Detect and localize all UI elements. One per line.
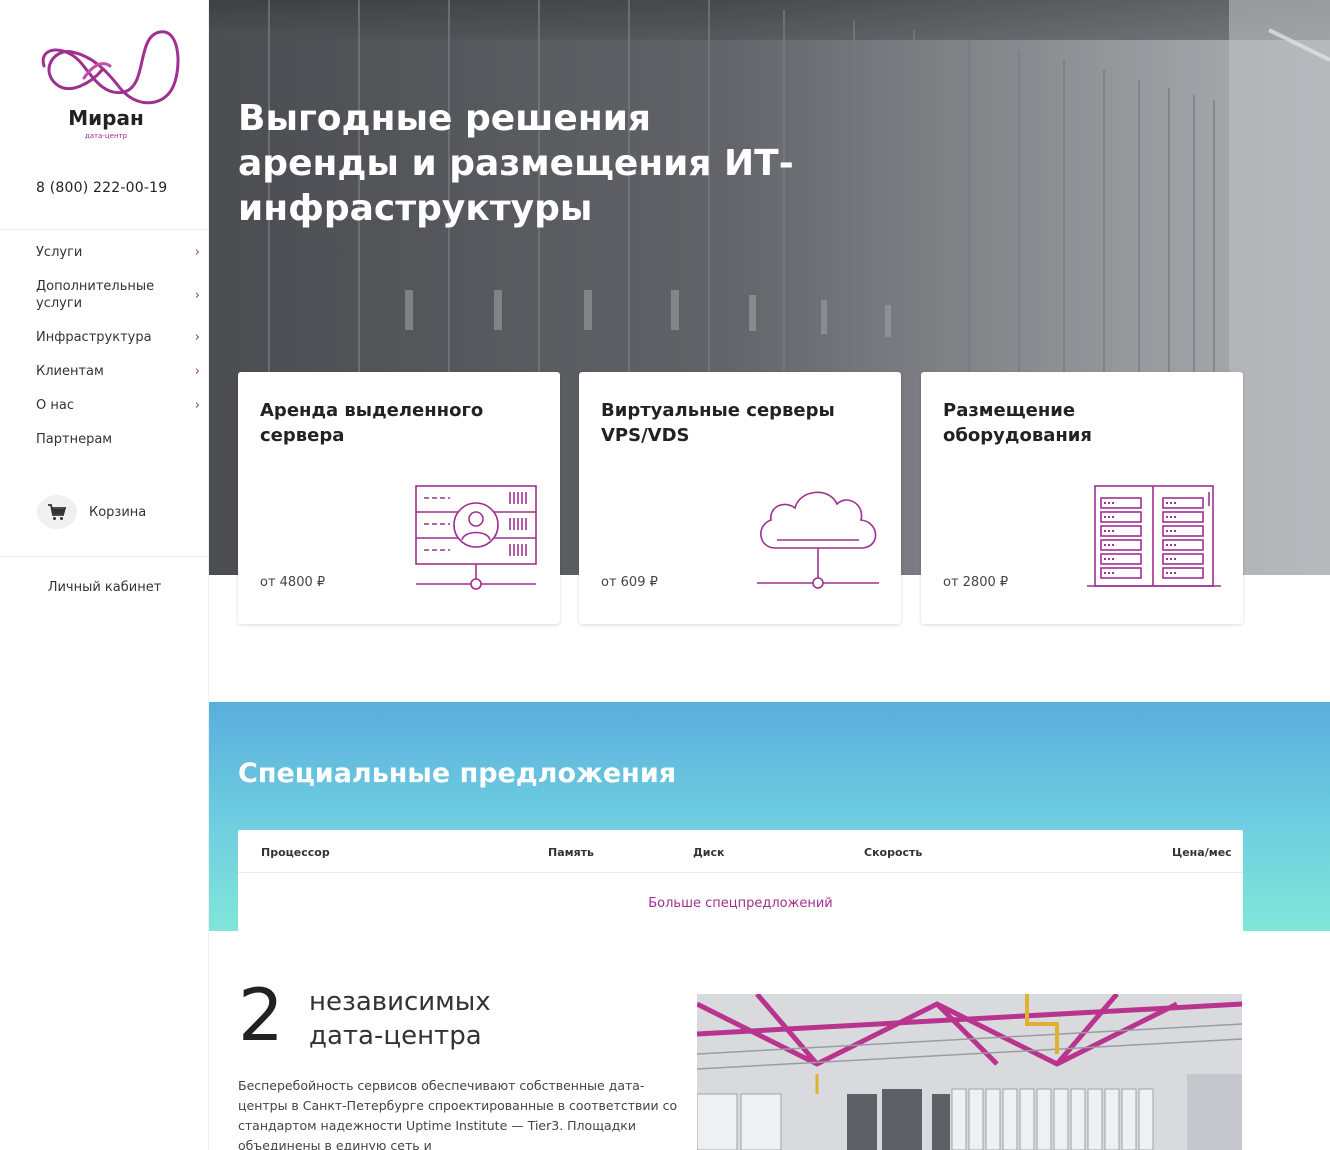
logo[interactable]: Миран дата-центр <box>36 26 186 146</box>
column-header-price[interactable]: Цена/мес <box>1172 846 1232 859</box>
card-price: от 2800 ₽ <box>943 575 1009 590</box>
logo-mark-icon <box>41 30 180 105</box>
chevron-right-icon: › <box>194 330 200 345</box>
hero-title: Выгодные решения аренды и размещения ИТ-… <box>238 98 794 229</box>
sidebar-item-services[interactable]: Услуги › <box>36 244 200 261</box>
sidebar-item-infrastructure[interactable]: Инфраструктура › <box>36 329 200 346</box>
rack-icon <box>1087 485 1221 587</box>
sidebar-item-label: Дополнительные услуги <box>36 279 155 311</box>
column-header-disk[interactable]: Диск <box>693 846 725 859</box>
sidebar-item-label: Партнерам <box>36 432 113 447</box>
personal-account-link[interactable]: Личный кабинет <box>0 580 209 595</box>
sidebar-item-label: О нас <box>36 398 74 413</box>
card-dedicated-server[interactable]: Аренда выделенного сервера от 4800 ₽ <box>238 372 560 624</box>
column-header-speed[interactable]: Скорость <box>864 846 922 859</box>
datacenter-count: 2 <box>238 973 284 1057</box>
cart-label: Корзина <box>89 504 147 520</box>
card-title: Аренда выделенного сервера <box>260 400 484 446</box>
sidebar-item-label: Инфраструктура <box>36 330 152 345</box>
datacenter-description: Бесперебойность сервисов обеспечивают со… <box>238 1078 678 1150</box>
page: Миран дата-центр 8 (800) 222-00-19 Услуг… <box>0 0 1330 1150</box>
sidebar-divider <box>0 556 209 557</box>
column-header-memory[interactable]: Память <box>548 846 594 859</box>
chevron-right-icon: › <box>194 398 200 413</box>
sidebar-item-label: Клиентам <box>36 364 104 379</box>
more-offers-link[interactable]: Больше спецпредложений <box>238 896 1243 911</box>
cart-icon <box>37 495 77 529</box>
sidebar-item-additional-services[interactable]: Дополнительные услуги › <box>36 278 200 312</box>
card-vps-vds[interactable]: Виртуальные серверы VPS/VDS от 609 ₽ <box>579 372 901 624</box>
chevron-right-icon: › <box>194 245 200 260</box>
special-offers-title: Специальные предложения <box>238 758 677 789</box>
sidebar-item-partners[interactable]: Партнерам <box>36 431 200 448</box>
logo-name: Миран <box>68 106 144 130</box>
datacenter-title: независимых дата-центра <box>309 987 491 1051</box>
card-title: Виртуальные серверы VPS/VDS <box>601 400 835 446</box>
card-title: Размещение оборудования <box>943 400 1092 446</box>
sidebar-item-label: Услуги <box>36 245 83 260</box>
logo-subtitle: дата-центр <box>84 132 128 140</box>
card-price: от 4800 ₽ <box>260 575 326 590</box>
sidebar: Миран дата-центр 8 (800) 222-00-19 Услуг… <box>0 0 209 1150</box>
table-header-divider <box>238 872 1243 873</box>
special-offers-table: Процессор Память Диск Скорость Цена/мес … <box>238 830 1243 931</box>
phone-number[interactable]: 8 (800) 222-00-19 <box>36 180 167 196</box>
special-offers-section: Специальные предложения Процессор Память… <box>209 702 1330 931</box>
sidebar-item-about[interactable]: О нас › <box>36 397 200 414</box>
chevron-right-icon: › <box>194 364 200 379</box>
column-header-cpu[interactable]: Процессор <box>261 846 330 859</box>
cart-button[interactable]: Корзина <box>37 495 146 529</box>
sidebar-item-clients[interactable]: Клиентам › <box>36 363 200 380</box>
sidebar-nav: Услуги › Дополнительные услуги › Инфраст… <box>36 244 200 465</box>
sidebar-divider <box>0 229 209 230</box>
datacenter-hall-image <box>697 994 1242 1150</box>
cloud-network-icon <box>757 491 879 589</box>
card-colocation[interactable]: Размещение оборудования от 2800 ₽ <box>921 372 1243 624</box>
chevron-right-icon: › <box>194 287 200 303</box>
datacenter-photo <box>697 994 1242 1150</box>
card-price: от 609 ₽ <box>601 575 658 590</box>
server-user-icon <box>415 485 537 590</box>
